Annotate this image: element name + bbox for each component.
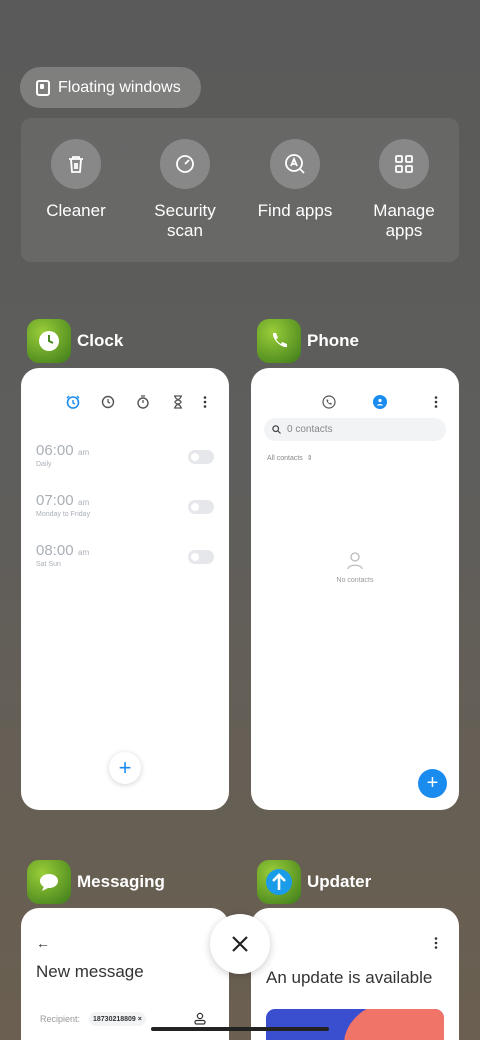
find-apps-icon xyxy=(270,139,320,189)
timer-tab-icon[interactable] xyxy=(171,395,185,414)
grid-icon xyxy=(379,139,429,189)
phone-app-header[interactable]: Phone xyxy=(257,319,359,363)
messaging-app-name: Messaging xyxy=(77,872,165,891)
search-placeholder: 0 contacts xyxy=(287,424,333,435)
alarm-item[interactable]: 06:00 am Daily xyxy=(36,442,89,468)
alarm-ampm: am xyxy=(78,548,90,557)
new-message-title: New message xyxy=(36,962,144,981)
messaging-card[interactable]: ← New message Recipient: 18730218809 × xyxy=(21,908,229,1040)
phone-card[interactable]: 0 contacts All contacts ⇕ No contacts + xyxy=(251,368,459,810)
alarm-ampm: am xyxy=(78,448,90,457)
update-banner xyxy=(266,1009,444,1040)
manage-apps-button[interactable]: Manage apps xyxy=(354,139,454,241)
security-scan-label: Security scan xyxy=(154,201,216,240)
alarm-ampm: am xyxy=(78,498,90,507)
plus-icon: + xyxy=(426,772,439,794)
manage-apps-label: Manage apps xyxy=(373,201,435,240)
messaging-app-header[interactable]: Messaging xyxy=(27,860,165,904)
sort-icon: ⇕ xyxy=(306,455,313,462)
world-clock-tab-icon[interactable] xyxy=(101,395,115,414)
alarm-repeat: Monday to Friday xyxy=(36,511,91,518)
trash-icon xyxy=(51,139,101,189)
contacts-search-input[interactable]: 0 contacts xyxy=(264,418,446,441)
updater-app-header[interactable]: Updater xyxy=(257,860,371,904)
update-available-title: An update is available xyxy=(266,968,433,987)
phone-app-icon xyxy=(257,319,301,363)
clear-all-button[interactable] xyxy=(210,914,270,974)
alarm-time: 07:00 xyxy=(36,492,74,509)
clock-card[interactable]: 06:00 am Daily 07:00 am Monday to Friday… xyxy=(21,368,229,810)
back-arrow-icon[interactable]: ← xyxy=(36,935,50,951)
alarm-toggle[interactable] xyxy=(188,450,214,464)
find-apps-label: Find apps xyxy=(257,201,333,220)
alarm-repeat: Daily xyxy=(36,461,52,468)
clock-app-name: Clock xyxy=(77,331,124,350)
add-contact-button[interactable]: + xyxy=(418,769,447,798)
search-icon xyxy=(272,425,281,434)
cleaner-label: Cleaner xyxy=(46,201,106,220)
empty-contacts-icon xyxy=(345,550,365,575)
empty-contacts-label: No contacts xyxy=(336,577,374,584)
more-options-icon[interactable] xyxy=(432,936,440,955)
clock-app-icon xyxy=(27,319,71,363)
alarm-toggle[interactable] xyxy=(188,550,214,564)
alarm-time: 08:00 xyxy=(36,542,74,559)
stopwatch-tab-icon[interactable] xyxy=(136,395,150,414)
alarm-toggle[interactable] xyxy=(188,500,214,514)
quick-tools-panel: Cleaner Security scan Find apps Manage a… xyxy=(21,118,459,262)
find-apps-button[interactable]: Find apps xyxy=(245,139,345,221)
phone-app-name: Phone xyxy=(307,331,359,350)
home-indicator[interactable] xyxy=(151,1027,329,1031)
alarm-item[interactable]: 08:00 am Sat Sun xyxy=(36,542,89,568)
recipient-chip[interactable]: 18730218809 × xyxy=(89,1012,146,1026)
add-alarm-button[interactable]: + xyxy=(109,752,141,784)
updater-app-icon xyxy=(257,860,301,904)
security-scan-button[interactable]: Security scan xyxy=(135,139,235,241)
floating-windows-button[interactable]: Floating windows xyxy=(20,67,201,108)
more-options-icon[interactable] xyxy=(432,395,440,414)
filter-label: All contacts xyxy=(267,454,303,462)
alarm-tab-icon[interactable] xyxy=(66,395,80,414)
contacts-filter[interactable]: All contacts ⇕ xyxy=(267,454,313,463)
alarm-repeat: Sat Sun xyxy=(36,561,61,568)
updater-app-name: Updater xyxy=(307,872,372,891)
alarm-item[interactable]: 07:00 am Monday to Friday xyxy=(36,492,90,518)
plus-icon: + xyxy=(118,755,132,780)
more-options-icon[interactable] xyxy=(201,395,209,414)
updater-card[interactable]: An update is available xyxy=(251,908,459,1040)
cleaner-button[interactable]: Cleaner xyxy=(26,139,126,221)
contacts-tab-icon[interactable] xyxy=(373,395,387,409)
recipient-label: Recipient: xyxy=(40,1014,81,1024)
clock-app-header[interactable]: Clock xyxy=(27,319,123,363)
floating-windows-label: Floating windows xyxy=(58,78,181,96)
floating-window-icon xyxy=(36,79,50,96)
security-scan-icon xyxy=(160,139,210,189)
close-icon xyxy=(232,936,248,952)
recents-tab-icon[interactable] xyxy=(322,395,336,414)
messaging-app-icon xyxy=(27,860,71,904)
alarm-time: 06:00 xyxy=(36,442,74,459)
